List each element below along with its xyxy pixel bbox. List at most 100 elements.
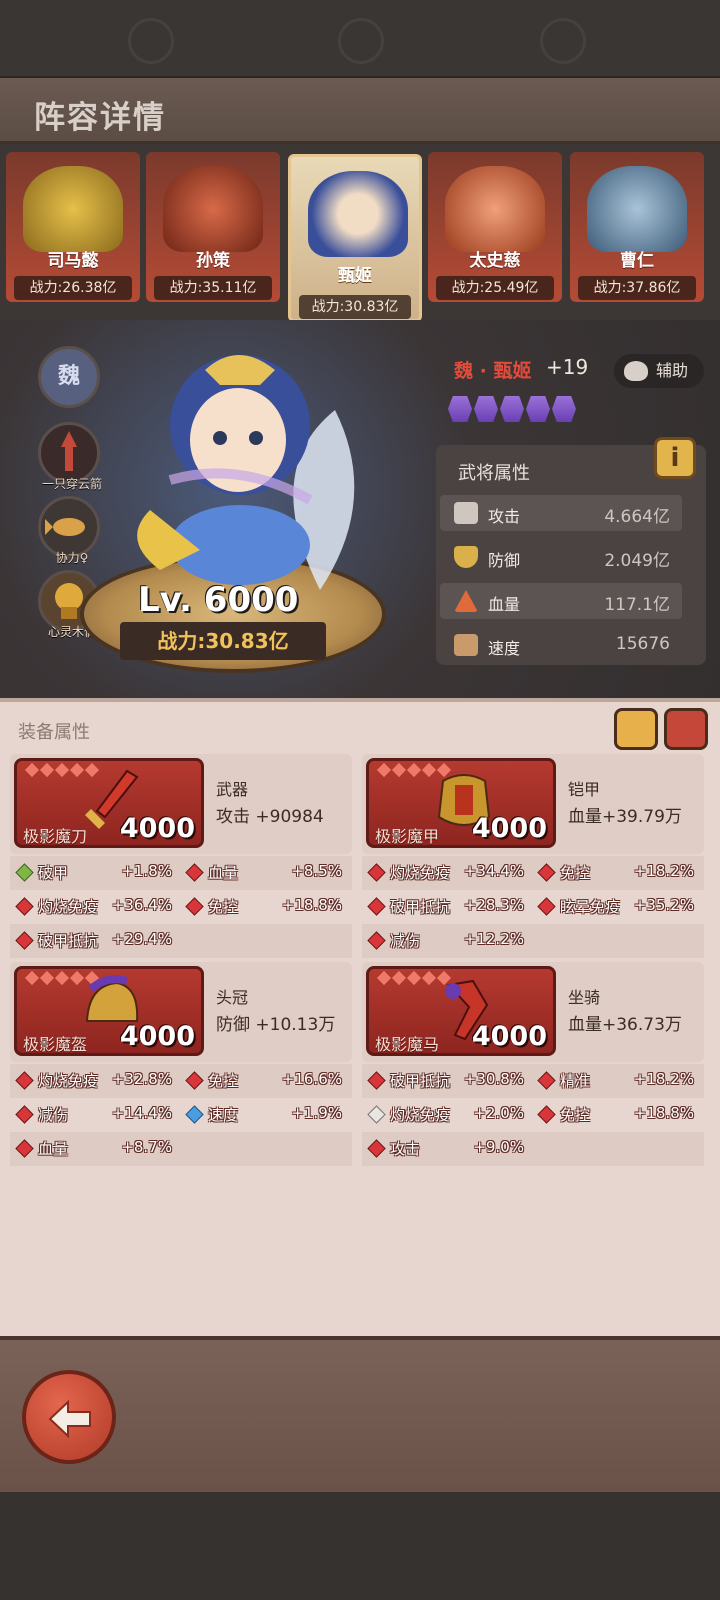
- stat-name: 眩晕免疫: [560, 898, 621, 916]
- hero-power: 战力:26.38亿: [14, 276, 132, 300]
- gear-main-stat: 防御 +10.13万: [216, 1015, 336, 1035]
- hero-faction-name: 魏 · 甄姬: [454, 360, 532, 382]
- role-chip[interactable]: 辅助: [614, 354, 704, 388]
- stat-value: +8.7%: [121, 1138, 172, 1156]
- sub-stat: 破甲抵抗 +30.8%: [362, 1069, 528, 1093]
- gear-icon-box[interactable]: 极影魔甲 4000: [366, 758, 556, 848]
- stat-gem-icon: [15, 863, 34, 882]
- purple-star-icon: [526, 396, 550, 422]
- stat-name: 灼烧免疫: [390, 1106, 451, 1124]
- stat-gem-icon: [537, 1105, 556, 1124]
- gear-name: 极影魔甲: [375, 827, 440, 846]
- gear-slot: 武器: [216, 780, 249, 799]
- stat-gem-icon: [367, 1105, 386, 1124]
- equipment-card-mount[interactable]: 极影魔马 4000 坐骑 血量+36.73万 破甲抵抗 +30.8% 精准 +18.…: [362, 962, 704, 1166]
- hero-card-simayi[interactable]: 司马懿 战力:26.38亿: [6, 152, 140, 302]
- hero-card-taishici[interactable]: 太史慈 战力:25.49亿: [428, 152, 562, 302]
- attribute-value: 15676: [615, 634, 670, 654]
- badge-label: 协力♀: [55, 551, 89, 565]
- shield-icon: [454, 546, 478, 568]
- stat-gem-icon: [15, 1139, 34, 1158]
- stat-value: +16.6%: [281, 1070, 342, 1088]
- stat-name: 灼烧免疫: [390, 864, 451, 882]
- stat-value: +29.4%: [111, 930, 172, 948]
- gear-level: 4000: [119, 1021, 195, 1052]
- bottom-bar: [0, 1336, 720, 1492]
- equipment-card-armor[interactable]: 极影魔甲 4000 铠甲 血量+39.79万 灼烧免疫 +34.4% 免控 +18.…: [362, 754, 704, 958]
- stat-value: +12.2%: [463, 930, 524, 948]
- sub-stat-row: 血量 +8.7%: [10, 1132, 352, 1166]
- star-rating: [448, 396, 576, 422]
- info-button[interactable]: i: [654, 437, 696, 479]
- gear-level: 4000: [119, 813, 195, 844]
- gear-main-stat: 血量+39.79万: [568, 807, 682, 827]
- top-decoration-strip: [0, 0, 720, 78]
- stat-gem-icon: [367, 1071, 386, 1090]
- stat-name: 灼烧免疫: [38, 898, 99, 916]
- hero-portrait-icon: [445, 166, 545, 252]
- synergy-badge[interactable]: 协力♀: [38, 496, 100, 565]
- sub-stat: 免控 +16.6%: [180, 1069, 346, 1093]
- stat-name: 血量: [208, 864, 239, 882]
- gear-main-stat: 血量+36.73万: [568, 1015, 682, 1035]
- stat-value: +1.9%: [291, 1104, 342, 1122]
- stat-value: +18.8%: [281, 896, 342, 914]
- hero-name: 太史慈: [469, 251, 521, 271]
- gear-level: 4000: [471, 1021, 547, 1052]
- attribute-name: 防御: [488, 551, 521, 570]
- stat-name: 免控: [208, 1072, 239, 1090]
- sub-stat: 速度 +1.9%: [180, 1103, 346, 1127]
- equipment-card-weapon[interactable]: 极影魔刀 4000 武器 攻击 +90984 破甲 +1.8% 血量 +8.5% 灼…: [10, 754, 352, 958]
- gear-slot: 头冠: [216, 988, 249, 1007]
- stat-name: 减伤: [38, 1106, 69, 1124]
- hero-portrait-icon: [23, 166, 123, 252]
- stat-name: 精准: [560, 1072, 591, 1090]
- back-button[interactable]: [22, 1370, 116, 1464]
- sub-stat: 免控 +18.8%: [180, 895, 346, 919]
- gear-icon-box[interactable]: 极影魔盔 4000: [14, 966, 204, 1056]
- stat-gem-icon: [537, 897, 556, 916]
- page-title: 阵容详情: [34, 100, 166, 136]
- stat-gem-icon: [367, 931, 386, 950]
- stat-name: 免控: [208, 898, 239, 916]
- ornament-icon: [540, 18, 586, 64]
- stat-name: 破甲抵抗: [390, 898, 451, 916]
- stat-value: +30.8%: [463, 1070, 524, 1088]
- sub-stat: 破甲抵抗 +28.3%: [362, 895, 528, 919]
- attribute-row-speed: 速度 15676: [440, 627, 682, 663]
- gear-icon-box[interactable]: 极影魔马 4000: [366, 966, 556, 1056]
- gear-icon-box[interactable]: 极影魔刀 4000: [14, 758, 204, 848]
- sub-stat: 精准 +18.2%: [532, 1069, 698, 1093]
- arrow-skill-badge[interactable]: 一只穿云箭: [38, 422, 102, 491]
- faction-badge[interactable]: 魏: [38, 346, 100, 408]
- sub-stat-row: 破甲 +1.8% 血量 +8.5%: [10, 856, 352, 890]
- stat-value: +1.8%: [121, 862, 172, 880]
- sword-icon: [454, 502, 478, 524]
- hero-card-sunce[interactable]: 孙策 战力:35.11亿: [146, 152, 280, 302]
- hero-portrait-icon: [163, 166, 263, 252]
- gear-slot: 铠甲: [568, 780, 601, 799]
- stat-value: +36.4%: [111, 896, 172, 914]
- stat-value: +35.2%: [633, 896, 694, 914]
- arrow-icon: [61, 431, 77, 471]
- attribute-value: 117.1亿: [604, 595, 670, 615]
- mask-tab-icon[interactable]: [614, 708, 658, 750]
- faction-label: 魏: [57, 364, 80, 389]
- stat-gem-icon: [185, 1105, 204, 1124]
- footer-strip: [0, 1492, 720, 1600]
- hero-card-caoren[interactable]: 曹仁 战力:37.86亿: [570, 152, 704, 302]
- sub-stat: 减伤 +14.4%: [10, 1103, 176, 1127]
- equipment-card-helmet[interactable]: 极影魔盔 4000 头冠 防御 +10.13万 灼烧免疫 +32.8% 免控 +16…: [10, 962, 352, 1166]
- hero-selection-strip: 司马懿 战力:26.38亿 孙策 战力:35.11亿 甄姬 战力:30.83亿 …: [0, 144, 720, 322]
- hero-power: 战力:30.83亿: [299, 295, 411, 319]
- eye-tab-icon[interactable]: [664, 708, 708, 750]
- hero-card-zhenji[interactable]: 甄姬 战力:30.83亿: [288, 154, 422, 322]
- stat-value: +18.2%: [633, 862, 694, 880]
- hero-attribute-panel: 武将属性 i 攻击 4.664亿 防御 2.049亿 血量 117.1亿 速度 …: [436, 437, 706, 665]
- stat-name: 血量: [38, 1140, 69, 1158]
- attribute-row-defense: 防御 2.049亿: [440, 539, 682, 575]
- hero-power: 战力:37.86亿: [578, 276, 696, 300]
- sub-stat: 破甲 +1.8%: [10, 861, 176, 885]
- stat-value: +18.2%: [633, 1070, 694, 1088]
- sub-stat: 减伤 +12.2%: [362, 929, 528, 953]
